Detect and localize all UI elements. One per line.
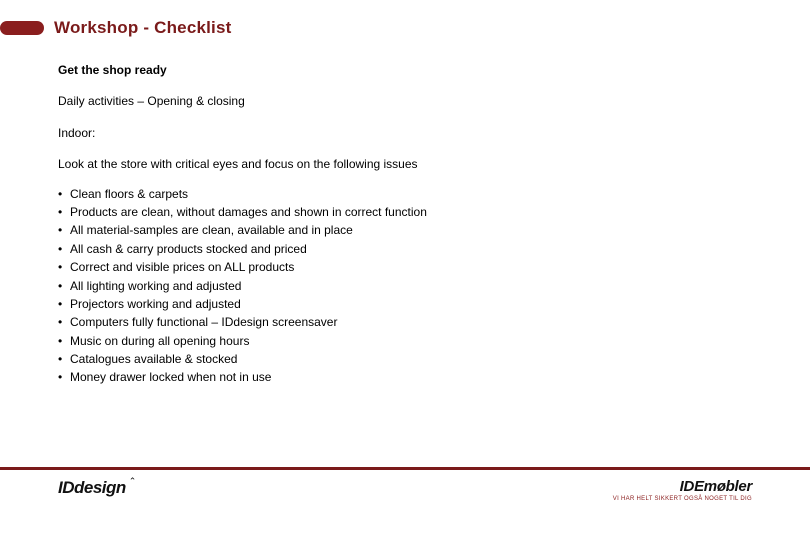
page-title: Workshop - Checklist [54,18,232,38]
header: Workshop - Checklist [0,0,810,38]
logo-iddesign-text: IDdesign [58,478,126,498]
document-page: Workshop - Checklist Get the shop ready … [0,0,810,540]
list-item: Projectors working and adjusted [58,296,810,313]
list-item: All material-samples are clean, availabl… [58,222,810,239]
list-item: Computers fully functional – IDdesign sc… [58,314,810,331]
header-accent-bar [0,21,44,35]
list-item: All lighting working and adjusted [58,278,810,295]
checklist: Clean floors & carpets Products are clea… [58,186,810,387]
lead-text: Look at the store with critical eyes and… [58,156,810,173]
footer: IDdesign ⌃ IDEmøbler VI HAR HELT SIKKERT… [0,467,810,502]
section-label: Indoor: [58,125,810,142]
footer-rule [0,467,810,470]
brand-left: IDdesign ⌃ [58,478,136,498]
logo-iddesign: IDdesign ⌃ [58,478,136,498]
logo-mark-icon: ⌃ [129,476,136,487]
logo-idemobler: IDEmøbler [680,478,752,495]
brand-row: IDdesign ⌃ IDEmøbler VI HAR HELT SIKKERT… [0,478,810,502]
section-heading: Get the shop ready [58,62,810,79]
list-item: Catalogues available & stocked [58,351,810,368]
list-item: Money drawer locked when not in use [58,369,810,386]
list-item: All cash & carry products stocked and pr… [58,241,810,258]
list-item: Clean floors & carpets [58,186,810,203]
list-item: Music on during all opening hours [58,333,810,350]
list-item: Products are clean, without damages and … [58,204,810,221]
subtitle: Daily activities – Opening & closing [58,93,810,110]
list-item: Correct and visible prices on ALL produc… [58,259,810,276]
logo-idemobler-tagline: VI HAR HELT SIKKERT OGSÅ NOGET TIL DIG [613,496,752,502]
brand-right: IDEmøbler VI HAR HELT SIKKERT OGSÅ NOGET… [613,478,752,502]
content: Get the shop ready Daily activities – Op… [0,38,810,387]
